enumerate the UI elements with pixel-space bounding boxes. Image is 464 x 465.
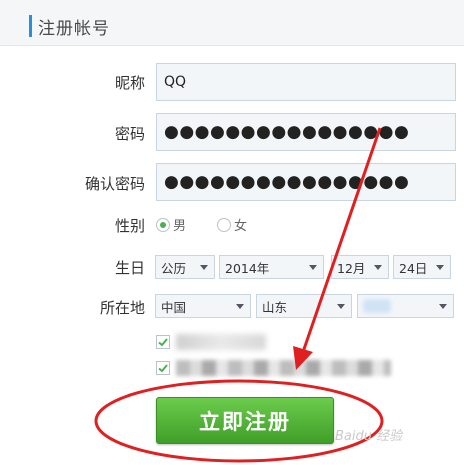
- password-label: 密码: [114, 125, 145, 143]
- nickname-input[interactable]: QQ: [156, 63, 456, 101]
- day-select[interactable]: 24日: [393, 255, 451, 279]
- title-accent-bar: [29, 15, 32, 37]
- calendar-value: 公历: [161, 260, 187, 276]
- location-label: 所在地: [99, 299, 145, 317]
- city-select[interactable]: [357, 294, 454, 318]
- confirm-password-label: 确认密码: [84, 175, 145, 193]
- register-button[interactable]: 立即注册: [156, 397, 334, 444]
- city-value-blurred: [363, 299, 391, 313]
- chevron-down-icon: [337, 304, 345, 309]
- checkmark-icon: [158, 338, 168, 347]
- baidu-watermark: Baidu 经验: [335, 429, 403, 444]
- agreement-checkbox-2[interactable]: [156, 361, 170, 375]
- agreement-text-2-blurred: [176, 360, 391, 376]
- gender-female-label: 女: [234, 219, 248, 234]
- calendar-select[interactable]: 公历: [155, 255, 215, 279]
- birthday-label: 生日: [114, 259, 145, 277]
- month-select[interactable]: 12月: [331, 255, 389, 279]
- page-title: 注册帐号: [38, 19, 110, 39]
- chevron-down-icon: [309, 265, 317, 270]
- agreement-text-1-blurred: [176, 334, 266, 350]
- country-value: 中国: [161, 299, 187, 315]
- radio-checked-icon[interactable]: [156, 217, 170, 232]
- year-value: 2014年: [225, 260, 270, 276]
- month-value: 12月: [337, 260, 366, 276]
- chevron-down-icon: [236, 304, 244, 309]
- confirm-password-input[interactable]: ●●●●●●●●●●●●●●●●: [156, 163, 456, 201]
- gender-male-option[interactable]: 男: [156, 215, 186, 234]
- page-header: 注册帐号: [0, 0, 464, 46]
- chevron-down-icon: [200, 265, 208, 270]
- password-input[interactable]: ●●●●●●●●●●●●●●●●: [156, 113, 456, 151]
- province-value: 山东: [262, 299, 288, 315]
- gender-female-option[interactable]: 女: [217, 215, 247, 234]
- chevron-down-icon: [374, 265, 382, 270]
- year-select[interactable]: 2014年: [219, 255, 324, 279]
- gender-label: 性别: [114, 217, 145, 235]
- gender-male-label: 男: [173, 219, 187, 234]
- country-select[interactable]: 中国: [155, 294, 251, 318]
- chevron-down-icon: [436, 265, 444, 270]
- chevron-down-icon: [439, 304, 447, 309]
- nickname-label: 昵称: [114, 74, 145, 92]
- province-select[interactable]: 山东: [256, 294, 352, 318]
- checkmark-icon: [158, 364, 168, 373]
- agreement-checkbox-1[interactable]: [156, 335, 170, 349]
- day-value: 24日: [399, 260, 428, 276]
- radio-unchecked-icon[interactable]: [217, 217, 231, 232]
